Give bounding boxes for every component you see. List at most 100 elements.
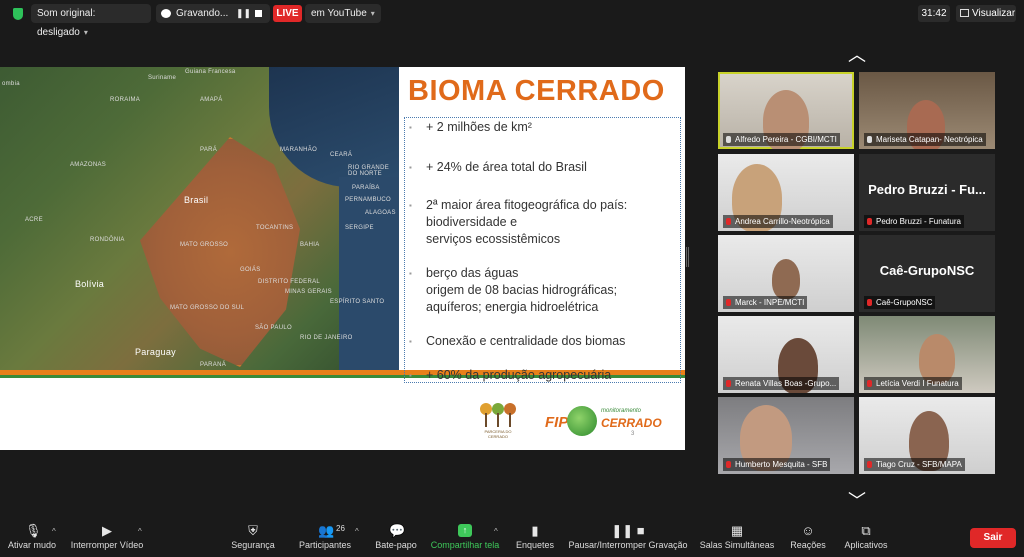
participant-name: Pedro Bruzzi - Funatura	[864, 215, 964, 228]
map-label: CEARÁ	[330, 152, 353, 158]
map-label: ALAGOAS	[365, 210, 396, 216]
pause-stop-recording-button[interactable]: ❚❚ ■ Pausar/Interromper Gravação	[566, 518, 690, 557]
map-label: PARAÍBA	[352, 185, 380, 191]
video-camera-icon: ▶	[102, 523, 112, 538]
leave-meeting-button[interactable]: Sair	[970, 528, 1016, 548]
map-label: GOIÁS	[240, 267, 261, 273]
map-label: PERNAMBUCO	[345, 197, 392, 203]
participant-tile[interactable]: Tiago Cruz - SFB/MAPA	[859, 397, 995, 474]
security-shield-icon[interactable]	[13, 8, 23, 20]
bullet-line: 2ª maior área fitogeográfica do país:	[426, 198, 628, 212]
map-label: MINAS GERAIS	[285, 289, 332, 295]
scroll-down-chevron-icon[interactable]: ﹀	[845, 492, 869, 510]
youtube-label: em YouTube	[311, 8, 367, 19]
mic-icon	[726, 136, 731, 143]
map-label: Guiana Francesa	[185, 69, 236, 75]
participant-name: Marck - INPE/MCTI	[723, 296, 808, 309]
chat-button[interactable]: 💬 Bate-papo	[370, 518, 422, 557]
participant-tile[interactable]: Letícia Verdi I Funatura	[859, 316, 995, 393]
polls-button[interactable]: ▮ Enquetes	[512, 518, 558, 557]
panel-resize-handle[interactable]	[686, 247, 689, 267]
bullet-item: + 60% da produção agropecuária	[409, 367, 678, 384]
apps-button[interactable]: ⧉ Aplicativos	[840, 518, 892, 557]
bullet-line: + 24% de área total do Brasil	[426, 160, 587, 174]
share-options-caret-icon[interactable]: ^	[494, 527, 498, 536]
participants-icon: 👥	[318, 523, 335, 538]
participant-tile[interactable]: Andrea Carrillo-Neotrópica	[718, 154, 854, 231]
monitoramento-text: monitoramento	[601, 408, 642, 414]
map-label: RIO GRANDE DO NORTE	[348, 165, 390, 177]
participant-tile[interactable]: Renata Villas Boas -Grupo...	[718, 316, 854, 393]
share-screen-button[interactable]: ↑ Compartilhar tela	[428, 518, 502, 557]
security-button[interactable]: ⛨ Segurança	[226, 518, 280, 557]
participant-tile[interactable]: Humberto Mesquita - SFB	[718, 397, 854, 474]
participants-options-caret-icon[interactable]: ^	[355, 527, 359, 536]
participants-button[interactable]: 👥 Participantes	[294, 518, 356, 557]
stop-recording-icon[interactable]	[255, 10, 262, 17]
shield-icon: ⛨	[248, 523, 258, 538]
chevron-down-icon: ▾	[370, 9, 375, 18]
participant-tile[interactable]: Caê-GrupoNSC Caê-GrupoNSC	[859, 235, 995, 312]
participant-tile[interactable]: Pedro Bruzzi - Fu... Pedro Bruzzi - Funa…	[859, 154, 995, 231]
bullet-item: + 2 milhões de km²	[409, 119, 678, 136]
map-label: TOCANTINS	[256, 225, 294, 231]
participant-name: Renata Villas Boas -Grupo...	[723, 377, 840, 390]
participant-name-text: Renata Villas Boas -Grupo...	[735, 379, 837, 388]
breakout-rooms-button[interactable]: ▦ Salas Simultâneas	[698, 518, 776, 557]
youtube-stream-menu[interactable]: em YouTube ▾	[305, 4, 381, 23]
chat-label: Bate-papo	[375, 540, 417, 550]
scroll-up-chevron-icon[interactable]: ︿	[845, 46, 869, 64]
participant-tile[interactable]: Marck - INPE/MCTI	[718, 235, 854, 312]
stop-video-button[interactable]: ▶ Interromper Vídeo	[66, 518, 148, 557]
reactions-button[interactable]: ☺ Reações	[786, 518, 830, 557]
shared-screen-slide: ombia Guiana Francesa Suriname AMAPÁ ROR…	[0, 67, 685, 450]
map-label: RIO DE JANEIRO	[300, 335, 353, 341]
bullet-line: Conexão e centralidade dos biomas	[426, 334, 626, 348]
apps-icon: ⧉	[861, 523, 871, 538]
map-label: DISTRITO FEDERAL	[258, 279, 321, 285]
mute-button[interactable]: 🎙 Ativar mudo	[6, 518, 58, 557]
participant-name-text: Letícia Verdi I Funatura	[876, 379, 959, 388]
map-label: SÃO PAULO	[255, 325, 292, 331]
map-label: Suriname	[148, 75, 177, 81]
mic-muted-icon	[726, 380, 731, 387]
pause-recording-icon[interactable]: ❚❚	[236, 4, 251, 23]
participant-name: Humberto Mesquita - SFB	[723, 458, 831, 471]
original-sound-toggle[interactable]: Som original: desligado ▾	[31, 4, 151, 38]
view-button[interactable]: Visualizar	[956, 5, 1016, 22]
live-badge: LIVE	[273, 5, 302, 22]
bullet-line: aquíferos; energia hidroelétrica	[426, 300, 599, 314]
polls-label: Enquetes	[515, 540, 555, 550]
participant-name: Mariseta Catapan- Neotrópica	[864, 133, 986, 146]
map-label: BAHIA	[300, 242, 320, 248]
meeting-topbar: Som original: desligado ▾ Gravando... ❚❚ …	[0, 0, 1024, 38]
bullet-item: + 24% de área total do Brasil	[409, 159, 678, 176]
bullet-line: serviços ecossistêmicos	[426, 232, 561, 246]
map-label: RONDÔNIA	[90, 237, 125, 243]
participant-name-text: Pedro Bruzzi - Funatura	[876, 217, 961, 226]
globe-icon	[567, 406, 597, 436]
participant-tile[interactable]: Alfredo Pereira - CGBI/MCTI	[718, 72, 854, 149]
mic-icon	[867, 136, 872, 143]
fip-monitoramento-logo: FIP monitoramento CERRADO 3	[545, 404, 662, 442]
audio-options-caret-icon[interactable]: ^	[52, 527, 56, 536]
participants-label: Participantes	[298, 540, 352, 550]
participant-name: Caê-GrupoNSC	[864, 296, 936, 309]
participant-name: Letícia Verdi I Funatura	[864, 377, 962, 390]
participant-name-text: Mariseta Catapan- Neotrópica	[876, 135, 983, 144]
participant-name-text: Alfredo Pereira - CGBI/MCTI	[735, 135, 837, 144]
bullet-line: origem de 08 bacias hidrográficas;	[426, 283, 618, 297]
video-label: Interromper Vídeo	[70, 540, 144, 550]
participant-tile[interactable]: Mariseta Catapan- Neotrópica	[859, 72, 995, 149]
mic-muted-icon	[867, 218, 872, 225]
grid-view-icon	[960, 9, 969, 17]
chat-bubble-icon: 💬	[389, 523, 406, 538]
map-label: AMAZONAS	[70, 162, 107, 168]
map-label: Bolívia	[75, 279, 105, 289]
cloud-record-icon	[161, 9, 171, 18]
share-arrow-icon: ↑	[458, 524, 472, 537]
video-options-caret-icon[interactable]: ^	[138, 527, 142, 536]
participant-name-text: Tiago Cruz - SFB/MAPA	[876, 460, 962, 469]
bar-chart-icon: ▮	[531, 523, 539, 538]
participant-name-text: Andrea Carrillo-Neotrópica	[735, 217, 830, 226]
